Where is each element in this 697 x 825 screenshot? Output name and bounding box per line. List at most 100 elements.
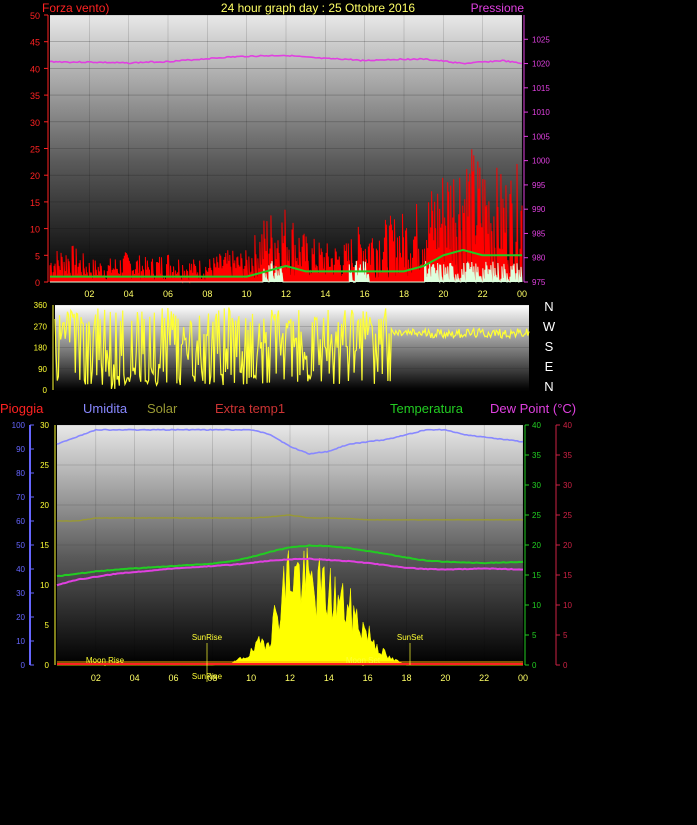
compass-label: E <box>545 359 554 374</box>
wind-tick-label: 0 <box>35 278 40 288</box>
rain-tick-label: 15 <box>40 541 49 550</box>
humidity-tick-label: 50 <box>16 541 25 550</box>
wind-tick-label: 30 <box>30 118 40 128</box>
temp-x-tick-label: 04 <box>130 673 140 683</box>
direction-tick-label: 0 <box>43 386 48 395</box>
humidity-tick-label: 40 <box>16 565 25 574</box>
direction-tick-label: 360 <box>34 301 48 310</box>
annotation-label: Moon Set <box>346 656 381 665</box>
temp-tick-label: 30 <box>532 481 541 490</box>
wind-x-tick-label: 08 <box>202 289 212 299</box>
graph-title: 24 hour graph day : 25 Ottobre 2016 <box>221 1 415 15</box>
weather-graph: 0510152025303540455097598098599099510001… <box>0 1 576 683</box>
wind-x-tick-label: 02 <box>84 289 94 299</box>
solar-legend: Solar <box>147 401 178 416</box>
rain-tick-label: 0 <box>45 661 50 670</box>
temp-x-tick-label: 14 <box>324 673 334 683</box>
pressure-tick-label: 975 <box>532 278 546 287</box>
temp-x-tick-label: 06 <box>168 673 178 683</box>
temperature-legend: Temperatura <box>390 401 464 416</box>
wind-x-tick-label: 00 <box>517 289 527 299</box>
dew-tick-label: 10 <box>563 601 572 610</box>
dew-tick-label: 35 <box>563 451 572 460</box>
temp-x-tick-label: 02 <box>91 673 101 683</box>
wind-x-tick-label: 10 <box>242 289 252 299</box>
temp-tick-label: 15 <box>532 571 541 580</box>
humidity-tick-label: 80 <box>16 469 25 478</box>
temp-x-tick-label: 00 <box>518 673 528 683</box>
dew-tick-label: 40 <box>563 421 572 430</box>
wind-x-tick-label: 04 <box>124 289 134 299</box>
pressure-tick-label: 1010 <box>532 108 550 117</box>
dew-point-legend: Dew Point (°C) <box>490 401 576 416</box>
compass-label: S <box>545 339 554 354</box>
wind-tick-label: 25 <box>30 145 40 155</box>
wind-x-tick-label: 18 <box>399 289 409 299</box>
humidity-tick-label: 20 <box>16 613 25 622</box>
humidity-tick-label: 90 <box>16 445 25 454</box>
annotation-label: SunRise <box>192 672 223 681</box>
pressure-tick-label: 985 <box>532 229 546 238</box>
rain-tick-label: 25 <box>40 461 49 470</box>
direction-tick-label: 90 <box>38 365 47 374</box>
temp-tick-label: 25 <box>532 511 541 520</box>
direction-tick-label: 180 <box>34 344 48 353</box>
humidity-tick-label: 60 <box>16 517 25 526</box>
wind-x-tick-label: 14 <box>320 289 330 299</box>
pressure-tick-label: 1000 <box>532 157 550 166</box>
wind-x-tick-label: 06 <box>163 289 173 299</box>
direction-tick-label: 270 <box>34 322 48 331</box>
compass-label: W <box>543 319 556 334</box>
pressure-tick-label: 1025 <box>532 35 550 44</box>
rain-tick-label: 20 <box>40 501 49 510</box>
temp-x-tick-label: 10 <box>246 673 256 683</box>
temp-x-tick-label: 20 <box>440 673 450 683</box>
extra-temp-legend: Extra temp1 <box>215 401 285 416</box>
pressure-tick-label: 980 <box>532 254 546 263</box>
temp-tick-label: 5 <box>532 631 537 640</box>
temp-x-tick-label: 16 <box>363 673 373 683</box>
pressure-tick-label: 995 <box>532 181 546 190</box>
dew-tick-label: 0 <box>563 661 568 670</box>
wind-x-tick-label: 12 <box>281 289 291 299</box>
temp-x-tick-label: 18 <box>401 673 411 683</box>
pressure-tick-label: 990 <box>532 205 546 214</box>
compass-label: N <box>544 379 553 394</box>
dew-tick-label: 20 <box>563 541 572 550</box>
temp-tick-label: 40 <box>532 421 541 430</box>
wind-axis-title: Forza vento) <box>42 1 109 15</box>
annotation-label: SunSet <box>397 633 424 642</box>
wind-tick-label: 10 <box>30 225 40 235</box>
wind-tick-label: 5 <box>35 251 40 261</box>
humidity-tick-label: 30 <box>16 589 25 598</box>
temp-tick-label: 20 <box>532 541 541 550</box>
wind-tick-label: 40 <box>30 64 40 74</box>
wind-tick-label: 45 <box>30 38 40 48</box>
annotation-label: SunRise <box>192 633 223 642</box>
wind-x-tick-label: 22 <box>478 289 488 299</box>
pressure-tick-label: 1020 <box>532 60 550 69</box>
dew-tick-label: 25 <box>563 511 572 520</box>
temp-tick-label: 10 <box>532 601 541 610</box>
annotation-label: Moon Rise <box>86 656 125 665</box>
temp-x-tick-label: 12 <box>285 673 295 683</box>
wind-x-tick-label: 16 <box>360 289 370 299</box>
humidity-tick-label: 100 <box>12 421 26 430</box>
rain-legend: Pioggia <box>0 401 44 416</box>
dew-tick-label: 15 <box>563 571 572 580</box>
pressure-tick-label: 1005 <box>532 132 550 141</box>
pressure-tick-label: 1015 <box>532 84 550 93</box>
temp-x-tick-label: 22 <box>479 673 489 683</box>
temp-tick-label: 0 <box>532 661 537 670</box>
wind-tick-label: 15 <box>30 198 40 208</box>
humidity-tick-label: 10 <box>16 637 25 646</box>
wind-tick-label: 20 <box>30 171 40 181</box>
compass-label: N <box>544 299 553 314</box>
humidity-tick-label: 0 <box>21 661 26 670</box>
humidity-tick-label: 70 <box>16 493 25 502</box>
wind-x-tick-label: 20 <box>438 289 448 299</box>
wind-tick-label: 35 <box>30 91 40 101</box>
rain-tick-label: 10 <box>40 581 49 590</box>
temp-tick-label: 35 <box>532 451 541 460</box>
humidity-legend: Umidita <box>83 401 128 416</box>
